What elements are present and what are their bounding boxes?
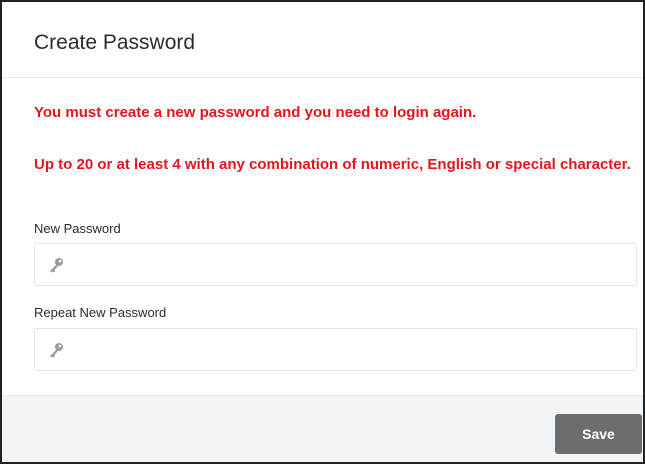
new-password-input[interactable] — [73, 244, 633, 285]
dialog-header: Create Password — [2, 2, 643, 78]
save-button[interactable]: Save — [555, 414, 642, 454]
password-rules-warning: Up to 20 or at least 4 with any combinat… — [34, 156, 631, 173]
login-again-warning: You must create a new password and you n… — [34, 104, 477, 121]
create-password-dialog: Create Password You must create a new pa… — [0, 0, 645, 464]
key-icon — [50, 343, 63, 358]
key-icon — [50, 258, 63, 273]
dialog-title: Create Password — [34, 31, 196, 54]
repeat-password-input[interactable] — [73, 329, 633, 370]
repeat-password-field[interactable] — [34, 328, 637, 371]
repeat-password-label: Repeat New Password — [34, 305, 167, 320]
dialog-footer: Save — [2, 395, 643, 462]
new-password-label: New Password — [34, 221, 121, 236]
new-password-field[interactable] — [34, 243, 637, 286]
